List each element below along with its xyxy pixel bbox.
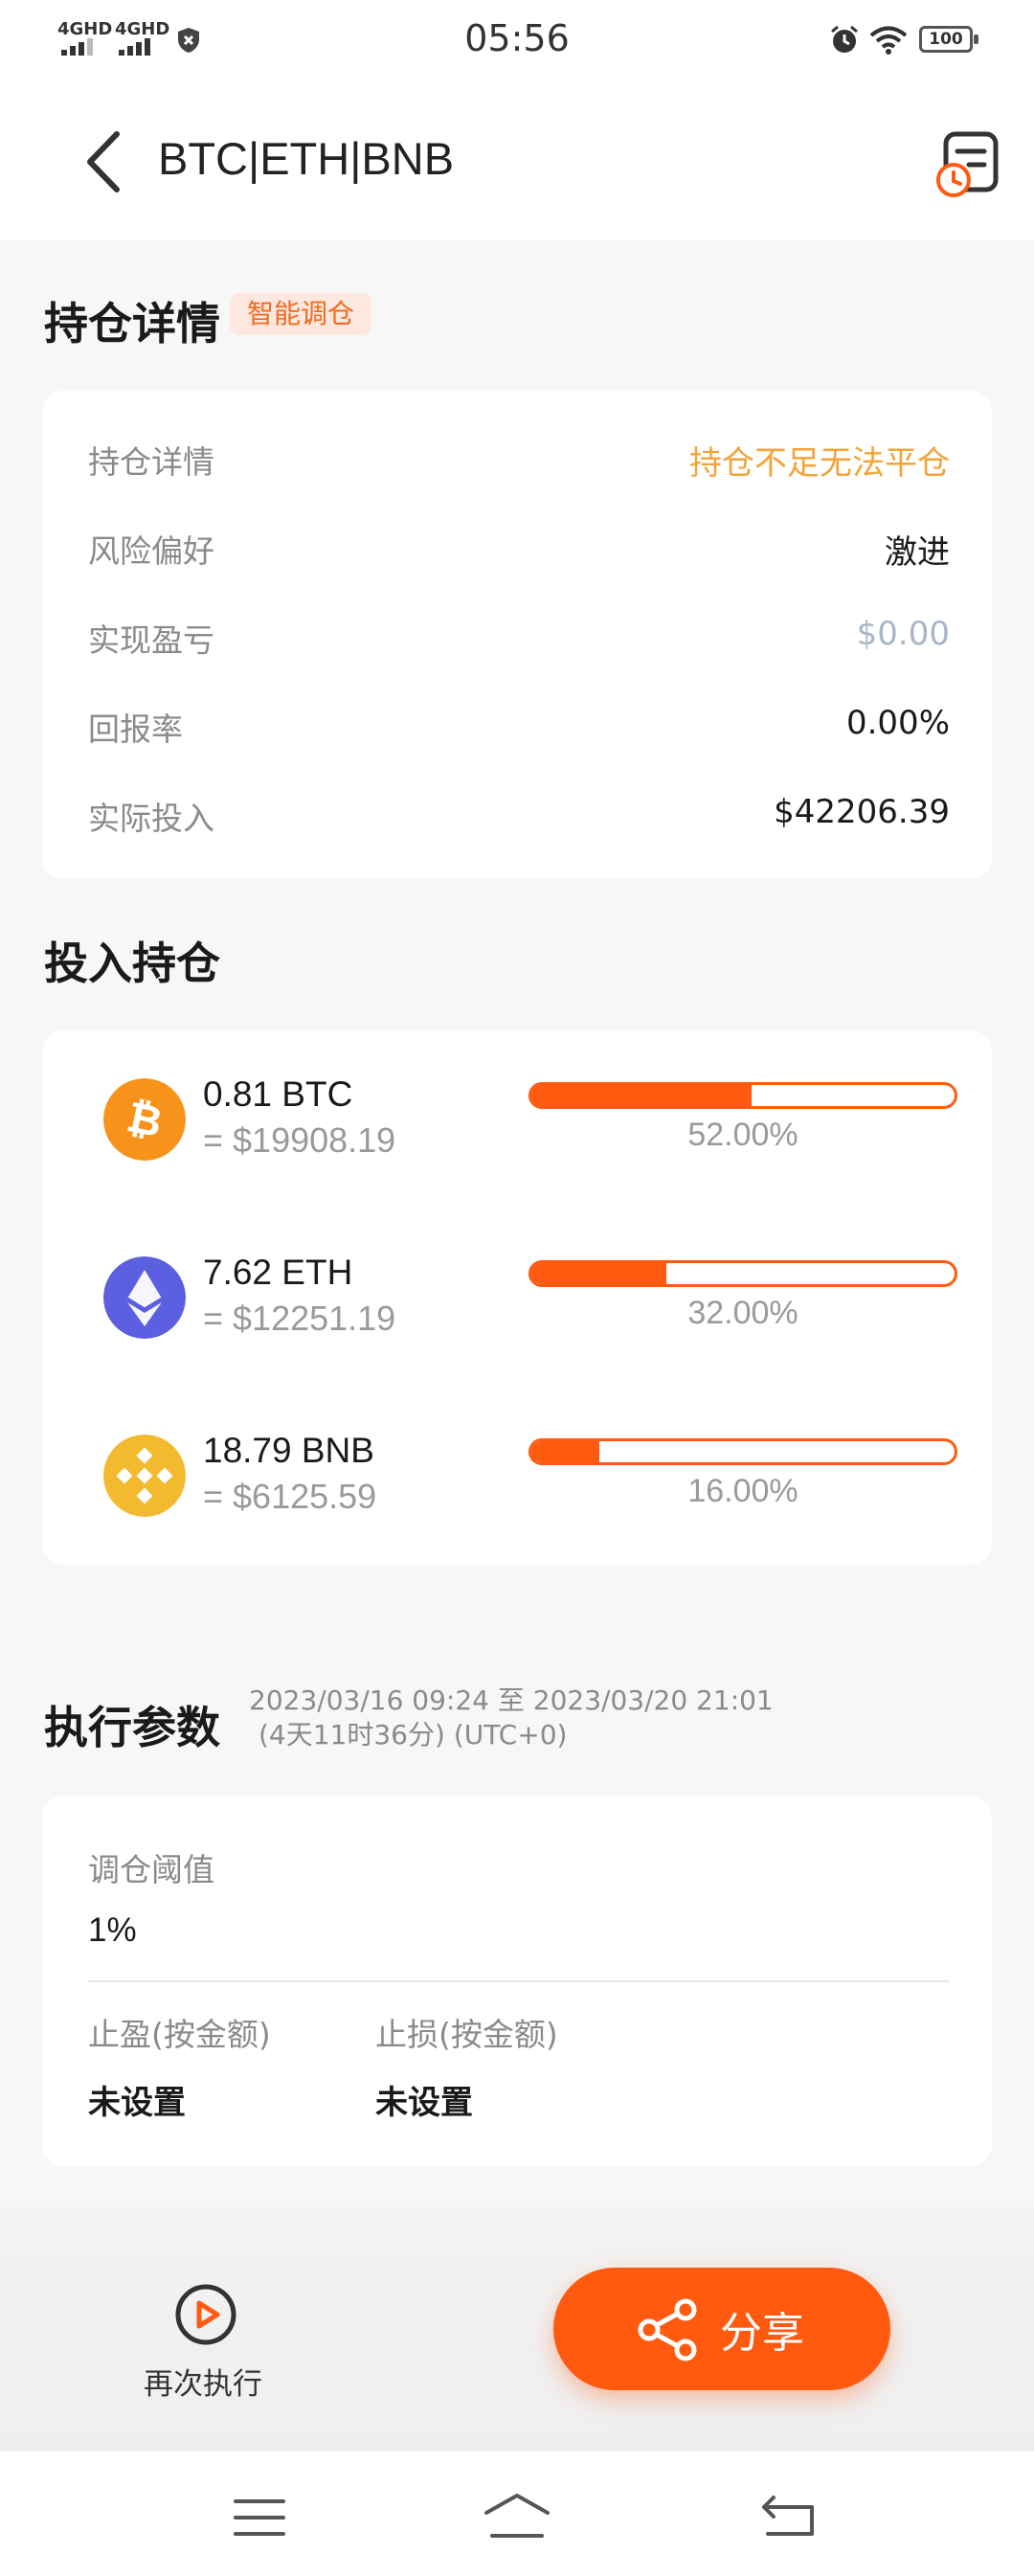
battery-indicator: 100 <box>919 26 978 53</box>
status-bar: 4GHD 4GHD 05:56 100 <box>0 0 1034 84</box>
allocation-bar <box>528 1438 957 1465</box>
page-title: BTC|ETH|BNB <box>158 133 455 184</box>
execution-range-dates: 2023/03/16 09:24 至 2023/03/20 21:01 <box>249 1684 774 1716</box>
replay-icon[interactable] <box>174 2283 237 2346</box>
home-icon[interactable] <box>483 2492 551 2540</box>
stop-loss-value: 未设置 <box>375 2084 473 2122</box>
allocation-bar <box>528 1082 957 1109</box>
share-label: 分享 <box>720 2309 804 2358</box>
system-nav-bar <box>0 2452 1034 2576</box>
position-usd-value: = $6125.59 <box>203 1477 377 1516</box>
row-label-risk: 风险偏好 <box>88 532 214 570</box>
alarm-icon <box>831 25 858 53</box>
back-nav-icon[interactable] <box>760 2494 816 2538</box>
row-value-return-rate: 0.00% <box>845 704 950 742</box>
allocation-bar-fill <box>531 1085 752 1106</box>
bnb-icon <box>103 1435 186 1517</box>
row-value-realized-pnl: $0.00 <box>856 615 950 653</box>
share-button[interactable]: 分享 <box>553 2268 890 2390</box>
allocation-percent: 16.00% <box>687 1473 798 1509</box>
allocation-bar-fill <box>531 1263 667 1284</box>
allocation-percent: 32.00% <box>687 1295 798 1331</box>
position-amount: 18.79 BNB <box>203 1431 374 1470</box>
execution-time-range: 2023/03/16 09:24 至 2023/03/20 21:01 (4天1… <box>249 1683 774 1752</box>
row-label-realized-pnl: 实现盈亏 <box>88 621 214 659</box>
stop-loss-label: 止损(按金额) <box>375 2016 558 2053</box>
share-icon <box>638 2298 697 2361</box>
take-profit-value: 未设置 <box>88 2084 186 2122</box>
section-title-params: 执行参数 <box>44 1702 220 1753</box>
execution-range-duration: (4天11时36分) (UTC+0) <box>258 1719 568 1751</box>
row-value-actual-investment: $42206.39 <box>774 793 950 831</box>
take-profit-label: 止盈(按金额) <box>88 2016 271 2053</box>
app-header: BTC|ETH|BNB <box>0 84 1034 239</box>
position-amount: 7.62 ETH <box>203 1253 353 1292</box>
wifi-icon <box>869 26 908 55</box>
position-usd-value: = $19908.19 <box>203 1120 396 1160</box>
back-arrow-icon[interactable] <box>82 130 124 193</box>
holdings-card: 持仓详情 持仓不足无法平仓 风险偏好 激进 实现盈亏 $0.00 回报率 0.0… <box>42 391 992 879</box>
row-value-risk: 激进 <box>885 533 950 572</box>
allocation-bar-fill <box>531 1441 599 1462</box>
bitcoin-icon: ₿ <box>103 1078 186 1161</box>
history-record-icon[interactable] <box>934 130 1003 199</box>
positions-card: ₿ 0.81 BTC = $19908.19 52.00% 7.62 ETH =… <box>42 1030 992 1565</box>
threshold-value: 1% <box>88 1911 137 1949</box>
row-label-return-rate: 回报率 <box>88 711 183 748</box>
position-usd-value: = $12251.19 <box>203 1299 396 1338</box>
section-title-positions: 投入持仓 <box>44 938 220 989</box>
row-value-holdings: 持仓不足无法平仓 <box>689 444 950 483</box>
allocation-bar <box>528 1260 957 1287</box>
allocation-percent: 52.00% <box>687 1117 798 1153</box>
section-title-holdings: 持仓详情 <box>44 298 220 350</box>
position-amount: 0.81 BTC <box>203 1074 353 1114</box>
params-card: 调仓阈值 1% 止盈(按金额) 未设置 止损(按金额) 未设置 <box>42 1796 992 2166</box>
smart-rebalance-badge: 智能调仓 <box>230 293 372 335</box>
ethereum-icon <box>103 1256 186 1339</box>
row-label-holdings: 持仓详情 <box>88 443 214 481</box>
divider <box>88 1980 950 1982</box>
redo-button[interactable]: 再次执行 <box>144 2360 262 2403</box>
row-label-actual-investment: 实际投入 <box>88 800 214 837</box>
menu-icon[interactable] <box>234 2497 285 2538</box>
threshold-label: 调仓阈值 <box>88 1851 214 1888</box>
